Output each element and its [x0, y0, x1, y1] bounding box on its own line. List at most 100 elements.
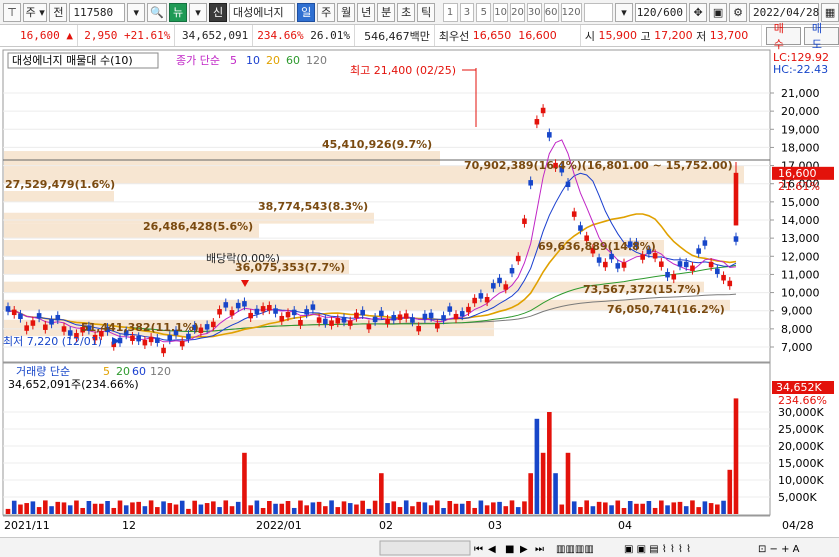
candle-body: [484, 296, 490, 303]
scroll-thumb[interactable]: [379, 540, 471, 556]
first-icon[interactable]: ⏮: [474, 544, 483, 555]
volume-profile-label: 38,774,543(8.3%): [258, 200, 368, 213]
candle-body: [385, 318, 390, 324]
candle-body: [665, 271, 670, 278]
period-tab-day[interactable]: 일: [297, 2, 316, 22]
current-price-percent: 21.61%: [778, 180, 820, 193]
volume-bar: [148, 500, 154, 514]
volume-bar: [67, 505, 73, 514]
volume-bar: [652, 507, 658, 514]
minute-step-10[interactable]: 10: [493, 2, 509, 22]
candle-body: [696, 248, 701, 254]
buy-button[interactable]: 매수: [765, 22, 801, 51]
candle-body: [472, 297, 477, 304]
count-field[interactable]: 120/600: [635, 2, 688, 22]
price-y-tick-label: 11,000: [781, 268, 820, 281]
volume-bar: [435, 500, 440, 514]
stock-code-input[interactable]: 117580: [69, 2, 126, 22]
volume-y-tick-label: 5,000K: [778, 491, 817, 504]
volume-y-tick-label: 20,000K: [778, 440, 824, 453]
zoom-icons[interactable]: ⊡ − + A: [758, 544, 800, 555]
minute-step-5[interactable]: 5: [476, 2, 492, 22]
period-tab-second[interactable]: 초: [397, 2, 416, 22]
stock-chart[interactable]: 21,00020,00019,00018,00017,00016,00015,0…: [0, 47, 839, 537]
x-label-2: 2022/01: [256, 519, 302, 532]
turnover-percent: 26.01%: [310, 29, 351, 42]
minute-step-120[interactable]: 120: [560, 2, 582, 22]
last-icon[interactable]: ⏭: [535, 544, 544, 555]
low-value: 13,700: [709, 29, 749, 42]
search-icon[interactable]: 🔍: [147, 2, 168, 22]
candle-body: [571, 211, 577, 217]
volume-bar: [18, 504, 23, 514]
tool-icons[interactable]: ▣ ▣ ▤ ⌇ ⌇ ⌇ ⌇: [624, 544, 691, 555]
volume-profile-label: 73,567,372(15.7%): [583, 283, 701, 296]
volume-bar: [86, 501, 92, 514]
volume-bar: [279, 503, 285, 514]
news-dropdown-icon[interactable]: ▾: [189, 2, 208, 22]
sell-button[interactable]: 매도: [803, 22, 839, 51]
save-icon[interactable]: ▣: [709, 2, 728, 22]
candle-body: [130, 335, 135, 341]
volume-bar: [117, 500, 123, 514]
minute-step-1[interactable]: 1: [442, 2, 458, 22]
price-y-tick-label: 8,000: [781, 323, 813, 336]
trade-amount: 546,467백만: [355, 25, 435, 46]
candle-body: [372, 316, 378, 323]
candle-body: [721, 275, 726, 281]
minute-step-custom[interactable]: [583, 2, 614, 22]
candle-body: [366, 323, 372, 330]
period-tab-month[interactable]: 월: [337, 2, 356, 22]
volume-bar: [484, 505, 490, 514]
volume-bar: [186, 508, 191, 514]
next-icon[interactable]: ▶: [520, 544, 528, 555]
volume-bar: [571, 501, 577, 514]
prev-icon[interactable]: ◀: [488, 544, 496, 555]
candle-body: [428, 312, 434, 319]
chart-type-icon[interactable]: ⊤: [3, 2, 21, 22]
candle-body: [248, 312, 253, 319]
crosshair-icon[interactable]: ✥: [689, 2, 708, 22]
volume-bar: [179, 500, 185, 514]
minute-step-20[interactable]: 20: [510, 2, 525, 22]
sin-button[interactable]: 신: [209, 2, 228, 22]
volume-bar: [441, 507, 446, 514]
volume-bar: [211, 501, 216, 514]
candle-body: [609, 253, 614, 260]
candle-body: [509, 268, 515, 274]
bar-chart-icon[interactable]: ▥▥▥▥: [556, 544, 594, 555]
chart-area[interactable]: 21,000 20,000 19,000 18,000 17,000 16,000 15,0…: [0, 47, 839, 537]
volume-bar: [105, 501, 110, 514]
volume-bar: [123, 505, 129, 514]
candle-body: [155, 337, 160, 343]
news-button[interactable]: 뉴: [169, 2, 188, 22]
type-select[interactable]: 주 ▾: [23, 2, 48, 22]
minute-step-30[interactable]: 30: [526, 2, 542, 22]
volume-bar: [453, 503, 459, 514]
prefix-select[interactable]: 전: [49, 2, 68, 22]
code-dropdown-icon[interactable]: ▾: [127, 2, 146, 22]
period-tab-tick[interactable]: 틱: [417, 2, 436, 22]
volume-profile-label: 26,486,428(5.6%): [143, 220, 253, 233]
settings-icon[interactable]: ⚙: [729, 2, 748, 22]
all-time-high-label: 최고 21,400 (02/25): [350, 64, 456, 77]
candle-body: [18, 313, 23, 320]
candle-body: [167, 335, 173, 341]
volume-bar: [198, 504, 204, 514]
period-tab-minute[interactable]: 분: [377, 2, 396, 22]
candle-body: [24, 325, 29, 331]
volume-bar: [702, 501, 708, 514]
volume-bar: [273, 503, 278, 514]
quote-strip: 16,600 ▲ 2,950 +21.61% 34,652,091 234.66…: [0, 22, 839, 51]
price-y-tick-label: 7,000: [781, 341, 813, 354]
minute-step-60[interactable]: 60: [543, 2, 559, 22]
stop-icon[interactable]: ■: [505, 544, 514, 555]
minute-step-3[interactable]: 3: [459, 2, 475, 22]
volume-bar: [254, 500, 260, 514]
step-dropdown-icon[interactable]: ▾: [615, 2, 634, 22]
period-tab-year[interactable]: 년: [357, 2, 376, 22]
volume-percent: 234.66%: [257, 29, 304, 42]
volume-bar: [447, 500, 453, 514]
period-tab-week[interactable]: 주: [317, 2, 336, 22]
candle-body: [391, 315, 397, 321]
